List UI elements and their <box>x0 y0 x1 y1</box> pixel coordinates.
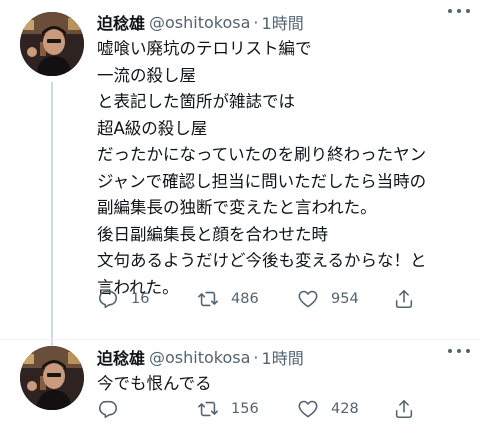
tweet-text-line: 嘘喰い廃坑のテロリスト編で <box>97 39 312 58</box>
share-upload-icon <box>395 399 413 419</box>
tweet-text: 今でも恨んでる <box>97 371 472 398</box>
retweet-arrows-icon <box>198 291 218 307</box>
author-handle[interactable]: @oshitokosa <box>149 348 250 367</box>
share-upload-icon <box>395 289 413 309</box>
more-horizontal-icon[interactable] <box>448 342 470 360</box>
avatar[interactable] <box>20 346 84 410</box>
tweet-text-line: 超A級の殺し屋 <box>97 118 208 138</box>
timestamp[interactable]: 1時間 <box>262 345 304 369</box>
retweet-button[interactable]: 156 <box>197 398 297 420</box>
tweet-text-line: だったかになっていたのを刷り終わったヤン <box>97 145 427 164</box>
tweet-text-line: 文句あるようだけど今後も変えるからな！と <box>97 251 427 270</box>
timestamp[interactable]: 1時間 <box>262 10 304 34</box>
tweet-text: 嘘喰い廃坑のテロリスト編で 一流の殺し屋 と表記した箇所が雑誌では 超A級の殺し… <box>97 36 472 301</box>
tweet-text-line: 今でも恨んでる <box>97 374 212 393</box>
more-horizontal-icon[interactable] <box>448 2 470 20</box>
tweet[interactable]: 迫稔雄 @oshitokosa · 1時間 嘘喰い廃坑のテロリスト編で 一流の殺… <box>0 0 480 350</box>
share-button[interactable] <box>393 288 415 310</box>
retweet-arrows-icon <box>198 401 218 417</box>
speech-bubble-icon <box>98 290 118 308</box>
tweet-text-line: ジャンで確認し担当に問いただしたら当時の <box>97 171 427 191</box>
like-count: 428 <box>331 401 359 417</box>
avatar[interactable] <box>20 12 84 76</box>
heart-outline-icon <box>298 290 318 308</box>
like-button[interactable]: 954 <box>297 288 393 310</box>
separator-dot: · <box>253 347 259 367</box>
tweet-actions: 156 428 <box>97 398 460 420</box>
tweet-text-line: と表記した箇所が雑誌では <box>97 92 295 111</box>
tweet-actions: 16 486 954 <box>97 288 460 310</box>
reply-count: 16 <box>131 291 150 307</box>
tweet-text-line: 後日副編集長と顔を合わせた時 <box>97 224 328 244</box>
like-button[interactable]: 428 <box>297 398 393 420</box>
share-button[interactable] <box>393 398 415 420</box>
reply-button[interactable] <box>97 398 197 420</box>
author-name[interactable]: 迫稔雄 <box>97 345 145 369</box>
separator-dot: · <box>253 12 259 32</box>
tweet[interactable]: 迫稔雄 @oshitokosa · 1時間 今でも恨んでる 156 428 <box>0 340 480 446</box>
retweet-count: 156 <box>231 401 259 417</box>
author-name[interactable]: 迫稔雄 <box>97 10 145 34</box>
tweet-text-line: 副編集長の独断で変えたと言われた。 <box>97 198 377 217</box>
retweet-count: 486 <box>231 291 259 307</box>
reply-button[interactable]: 16 <box>97 288 197 310</box>
speech-bubble-icon <box>98 400 118 418</box>
tweet-text-line: 一流の殺し屋 <box>97 65 196 85</box>
heart-outline-icon <box>298 400 318 418</box>
retweet-button[interactable]: 486 <box>197 288 297 310</box>
author-handle[interactable]: @oshitokosa <box>149 13 250 32</box>
like-count: 954 <box>331 291 359 307</box>
thread-connector-line <box>51 82 53 350</box>
